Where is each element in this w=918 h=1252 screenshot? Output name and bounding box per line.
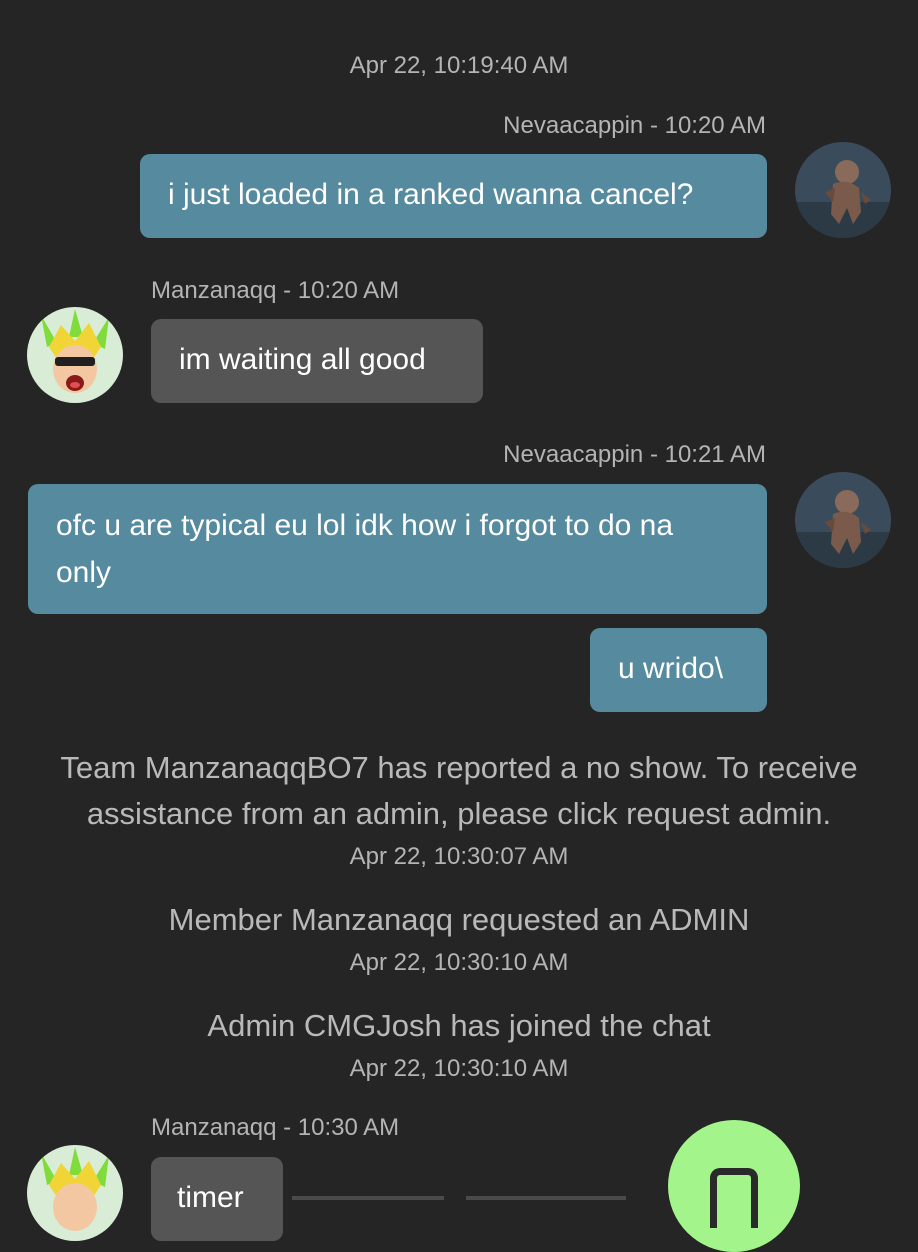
system-message: Team ManzanaqqBO7 has reported a no show… <box>20 745 898 837</box>
avatar[interactable] <box>27 1145 123 1241</box>
message-bubble[interactable]: u wrido\ <box>590 628 767 712</box>
message-bubble[interactable]: ofc u are typical eu lol idk how i forgo… <box>28 484 767 614</box>
message-text: im waiting all good <box>179 343 426 376</box>
user-avatar-icon <box>795 142 891 238</box>
avatar[interactable] <box>795 142 891 238</box>
sender-label: Manzanaqq - 10:30 AM <box>151 1114 400 1141</box>
system-message-line: assistance from an admin, please click r… <box>86 796 832 831</box>
timestamp: Apr 22, 10:30:10 AM <box>349 949 569 976</box>
system-message-line: Team ManzanaqqBO7 has reported a no show… <box>60 750 858 785</box>
message-text: u wrido\ <box>618 652 724 685</box>
message-bubble[interactable]: i just loaded in a ranked wanna cancel? <box>140 154 767 238</box>
door-icon <box>710 1168 758 1228</box>
timestamp: Apr 22, 10:19:40 AM <box>349 52 569 79</box>
timestamp: Apr 22, 10:30:07 AM <box>349 843 569 870</box>
user-avatar-icon <box>795 472 891 568</box>
sender-label: Nevaacappin - 10:20 AM <box>503 112 766 139</box>
user-avatar-icon <box>27 1145 123 1241</box>
system-message: Admin CMGJosh has joined the chat <box>207 1008 711 1043</box>
floating-action-button[interactable] <box>668 1120 800 1252</box>
message-text-line: ofc u are typical eu lol idk how i forgo… <box>56 509 674 542</box>
partial-bubble-edge <box>292 1196 444 1200</box>
user-avatar-icon <box>27 307 123 403</box>
sender-label: Manzanaqq - 10:20 AM <box>151 277 400 304</box>
message-text: i just loaded in a ranked wanna cancel? <box>168 178 694 211</box>
message-text: timer <box>177 1181 244 1214</box>
message-text-line: only <box>56 556 112 589</box>
message-bubble[interactable]: im waiting all good <box>151 319 483 403</box>
sender-label: Nevaacappin - 10:21 AM <box>503 441 766 468</box>
message-bubble[interactable]: timer <box>151 1157 283 1241</box>
partial-bubble-edge <box>466 1196 626 1200</box>
avatar[interactable] <box>795 472 891 568</box>
timestamp: Apr 22, 10:30:10 AM <box>349 1055 569 1082</box>
avatar[interactable] <box>27 307 123 403</box>
system-message: Member Manzanaqq requested an ADMIN <box>168 902 750 937</box>
